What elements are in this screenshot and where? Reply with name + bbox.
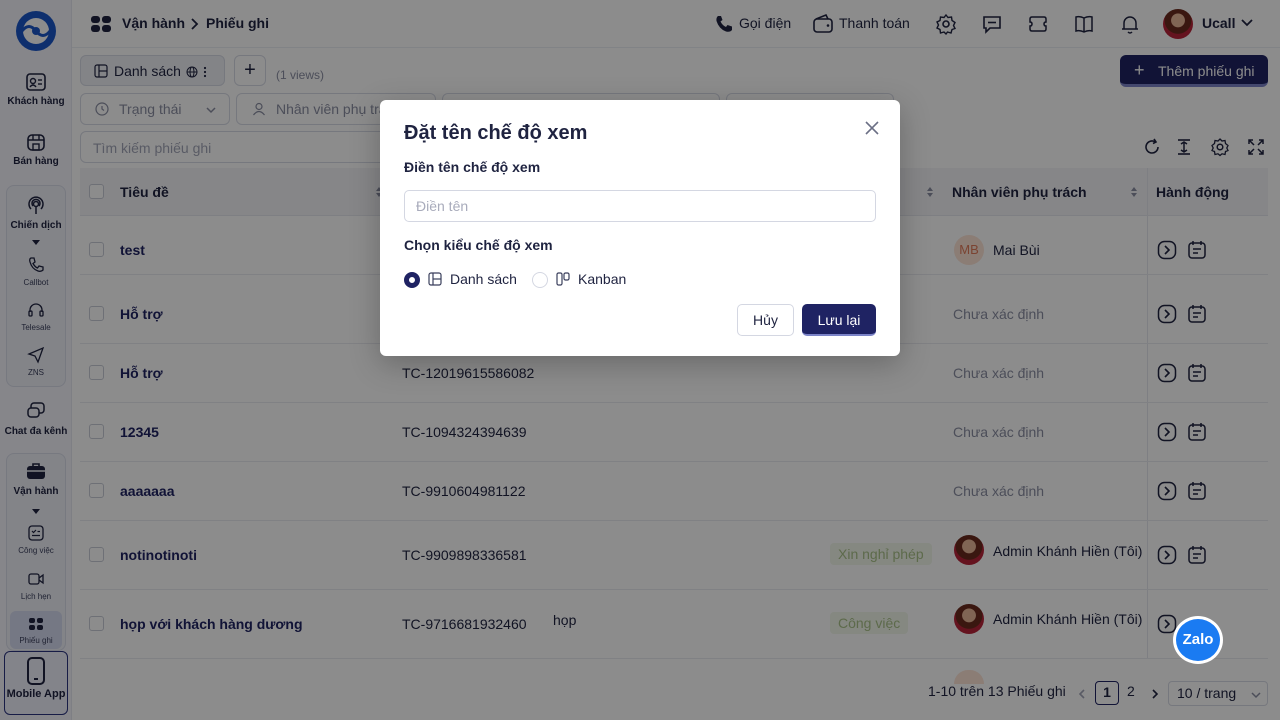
save-button[interactable]: Lưu lại: [802, 304, 876, 336]
zalo-label: Zalo: [1176, 619, 1220, 661]
name-field-label: Điền tên chế độ xem: [404, 159, 541, 175]
table-icon: [428, 272, 442, 286]
name-view-modal: Đặt tên chế độ xem Điền tên chế độ xem C…: [380, 100, 900, 356]
radio-list-label[interactable]: Danh sách: [450, 271, 517, 287]
zalo-chat-button[interactable]: Zalo: [1173, 616, 1223, 664]
cancel-button[interactable]: Hủy: [737, 304, 794, 336]
modal-title: Đặt tên chế độ xem: [404, 122, 588, 144]
type-field-label: Chọn kiểu chế độ xem: [404, 237, 553, 253]
view-name-input[interactable]: [404, 190, 876, 222]
radio-kanban-label[interactable]: Kanban: [578, 271, 626, 287]
close-icon[interactable]: [862, 118, 882, 138]
radio-kanban[interactable]: [532, 272, 548, 288]
radio-list[interactable]: [404, 272, 420, 288]
kanban-icon: [556, 272, 570, 286]
